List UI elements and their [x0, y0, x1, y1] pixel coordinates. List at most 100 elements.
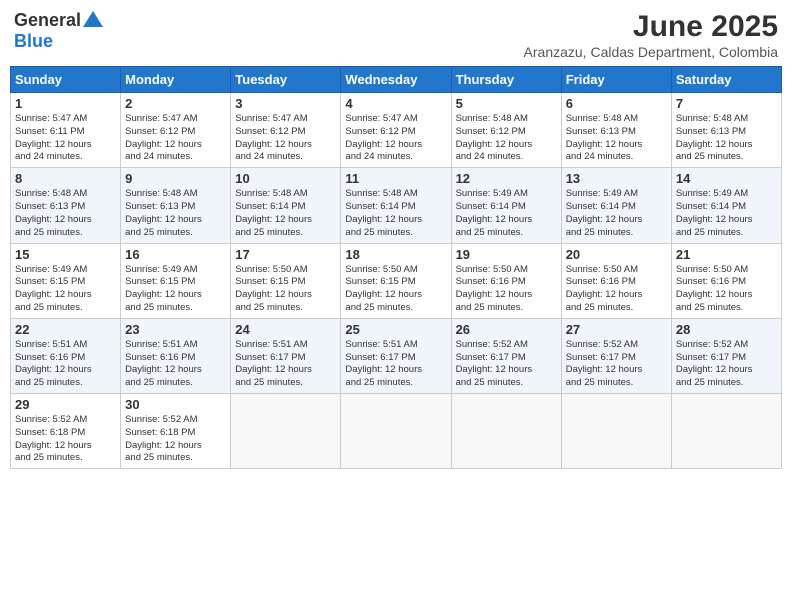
calendar-cell: 3 Sunrise: 5:47 AM Sunset: 6:12 PM Daylig…	[231, 93, 341, 168]
calendar-cell: 2 Sunrise: 5:47 AM Sunset: 6:12 PM Daylig…	[121, 93, 231, 168]
day-info: Sunrise: 5:48 AM Sunset: 6:13 PM Dayligh…	[125, 188, 226, 239]
calendar-cell: 6Sunrise: 5:48 AM Sunset: 6:13 PM Daylig…	[561, 93, 671, 168]
day-info: Sunrise: 5:51 AM Sunset: 6:17 PM Dayligh…	[235, 339, 336, 390]
logo-triangle-icon	[83, 11, 103, 27]
day-number: 24	[235, 322, 336, 337]
day-info: Sunrise: 5:52 AM Sunset: 6:18 PM Dayligh…	[125, 414, 226, 465]
day-number: 5	[456, 96, 557, 111]
day-info: Sunrise: 5:47 AM Sunset: 6:11 PM Dayligh…	[15, 113, 116, 164]
day-number: 23	[125, 322, 226, 337]
header-thursday: Thursday	[451, 67, 561, 93]
calendar-row-5: 29 Sunrise: 5:52 AM Sunset: 6:18 PM Dayli…	[11, 394, 782, 469]
calendar-cell: 12 Sunrise: 5:49 AM Sunset: 6:14 PM Dayli…	[451, 168, 561, 243]
calendar-cell: 1 Sunrise: 5:47 AM Sunset: 6:11 PM Daylig…	[11, 93, 121, 168]
day-number: 15	[15, 247, 116, 262]
day-info: Sunrise: 5:52 AM Sunset: 6:17 PM Dayligh…	[676, 339, 777, 390]
calendar-cell: 30 Sunrise: 5:52 AM Sunset: 6:18 PM Dayli…	[121, 394, 231, 469]
day-number: 25	[345, 322, 446, 337]
logo-blue-text: Blue	[14, 31, 53, 52]
day-number: 22	[15, 322, 116, 337]
day-number: 30	[125, 397, 226, 412]
calendar-header-row: Sunday Monday Tuesday Wednesday Thursday…	[11, 67, 782, 93]
day-number: 10	[235, 171, 336, 186]
calendar-cell: 23 Sunrise: 5:51 AM Sunset: 6:16 PM Dayli…	[121, 318, 231, 393]
day-number: 9	[125, 171, 226, 186]
day-number: 4	[345, 96, 446, 111]
calendar-cell	[341, 394, 451, 469]
day-info: Sunrise: 5:50 AM Sunset: 6:16 PM Dayligh…	[676, 264, 777, 315]
day-number: 21	[676, 247, 777, 262]
day-info: Sunrise: 5:50 AM Sunset: 6:16 PM Dayligh…	[456, 264, 557, 315]
calendar-row-3: 15 Sunrise: 5:49 AM Sunset: 6:15 PM Dayli…	[11, 243, 782, 318]
calendar: Sunday Monday Tuesday Wednesday Thursday…	[10, 66, 782, 469]
header-sunday: Sunday	[11, 67, 121, 93]
day-number: 17	[235, 247, 336, 262]
day-number: 6	[566, 96, 667, 111]
calendar-cell: 22Sunrise: 5:51 AM Sunset: 6:16 PM Dayli…	[11, 318, 121, 393]
subtitle: Aranzazu, Caldas Department, Colombia	[524, 44, 778, 60]
calendar-cell	[671, 394, 781, 469]
calendar-cell: 15Sunrise: 5:49 AM Sunset: 6:15 PM Dayli…	[11, 243, 121, 318]
header-monday: Monday	[121, 67, 231, 93]
calendar-cell: 27 Sunrise: 5:52 AM Sunset: 6:17 PM Dayli…	[561, 318, 671, 393]
day-info: Sunrise: 5:50 AM Sunset: 6:15 PM Dayligh…	[345, 264, 446, 315]
day-info: Sunrise: 5:51 AM Sunset: 6:16 PM Dayligh…	[125, 339, 226, 390]
day-number: 28	[676, 322, 777, 337]
calendar-cell	[451, 394, 561, 469]
logo-general-text: General	[14, 10, 81, 31]
calendar-cell: 8Sunrise: 5:48 AM Sunset: 6:13 PM Daylig…	[11, 168, 121, 243]
calendar-cell: 25 Sunrise: 5:51 AM Sunset: 6:17 PM Dayli…	[341, 318, 451, 393]
header-friday: Friday	[561, 67, 671, 93]
day-number: 29	[15, 397, 116, 412]
calendar-cell: 21 Sunrise: 5:50 AM Sunset: 6:16 PM Dayli…	[671, 243, 781, 318]
day-number: 7	[676, 96, 777, 111]
day-info: Sunrise: 5:52 AM Sunset: 6:17 PM Dayligh…	[566, 339, 667, 390]
calendar-cell: 4 Sunrise: 5:47 AM Sunset: 6:12 PM Daylig…	[341, 93, 451, 168]
day-number: 3	[235, 96, 336, 111]
calendar-cell: 11Sunrise: 5:48 AM Sunset: 6:14 PM Dayli…	[341, 168, 451, 243]
calendar-cell: 9 Sunrise: 5:48 AM Sunset: 6:13 PM Daylig…	[121, 168, 231, 243]
calendar-cell: 5 Sunrise: 5:48 AM Sunset: 6:12 PM Daylig…	[451, 93, 561, 168]
calendar-row-1: 1 Sunrise: 5:47 AM Sunset: 6:11 PM Daylig…	[11, 93, 782, 168]
calendar-cell: 14Sunrise: 5:49 AM Sunset: 6:14 PM Dayli…	[671, 168, 781, 243]
calendar-cell: 18 Sunrise: 5:50 AM Sunset: 6:15 PM Dayli…	[341, 243, 451, 318]
day-info: Sunrise: 5:49 AM Sunset: 6:14 PM Dayligh…	[456, 188, 557, 239]
calendar-cell: 16 Sunrise: 5:49 AM Sunset: 6:15 PM Dayli…	[121, 243, 231, 318]
calendar-cell: 10 Sunrise: 5:48 AM Sunset: 6:14 PM Dayli…	[231, 168, 341, 243]
day-info: Sunrise: 5:51 AM Sunset: 6:17 PM Dayligh…	[345, 339, 446, 390]
day-info: Sunrise: 5:48 AM Sunset: 6:12 PM Dayligh…	[456, 113, 557, 164]
day-info: Sunrise: 5:48 AM Sunset: 6:14 PM Dayligh…	[235, 188, 336, 239]
day-info: Sunrise: 5:47 AM Sunset: 6:12 PM Dayligh…	[235, 113, 336, 164]
calendar-cell: 7 Sunrise: 5:48 AM Sunset: 6:13 PM Daylig…	[671, 93, 781, 168]
day-number: 18	[345, 247, 446, 262]
day-info: Sunrise: 5:48 AM Sunset: 6:14 PM Dayligh…	[345, 188, 446, 239]
day-info: Sunrise: 5:52 AM Sunset: 6:18 PM Dayligh…	[15, 414, 116, 465]
calendar-cell	[561, 394, 671, 469]
header-tuesday: Tuesday	[231, 67, 341, 93]
day-number: 12	[456, 171, 557, 186]
title-area: June 2025 Aranzazu, Caldas Department, C…	[524, 10, 778, 60]
day-info: Sunrise: 5:50 AM Sunset: 6:15 PM Dayligh…	[235, 264, 336, 315]
header-saturday: Saturday	[671, 67, 781, 93]
day-number: 1	[15, 96, 116, 111]
calendar-cell: 20Sunrise: 5:50 AM Sunset: 6:16 PM Dayli…	[561, 243, 671, 318]
day-info: Sunrise: 5:48 AM Sunset: 6:13 PM Dayligh…	[676, 113, 777, 164]
day-number: 20	[566, 247, 667, 262]
month-title: June 2025	[524, 10, 778, 44]
day-number: 19	[456, 247, 557, 262]
day-number: 27	[566, 322, 667, 337]
day-info: Sunrise: 5:49 AM Sunset: 6:15 PM Dayligh…	[125, 264, 226, 315]
day-number: 2	[125, 96, 226, 111]
day-info: Sunrise: 5:47 AM Sunset: 6:12 PM Dayligh…	[345, 113, 446, 164]
day-info: Sunrise: 5:47 AM Sunset: 6:12 PM Dayligh…	[125, 113, 226, 164]
day-number: 13	[566, 171, 667, 186]
logo: General Blue	[14, 10, 103, 52]
day-number: 26	[456, 322, 557, 337]
day-info: Sunrise: 5:52 AM Sunset: 6:17 PM Dayligh…	[456, 339, 557, 390]
calendar-cell: 26 Sunrise: 5:52 AM Sunset: 6:17 PM Dayli…	[451, 318, 561, 393]
calendar-cell: 13Sunrise: 5:49 AM Sunset: 6:14 PM Dayli…	[561, 168, 671, 243]
calendar-cell: 19 Sunrise: 5:50 AM Sunset: 6:16 PM Dayli…	[451, 243, 561, 318]
day-info: Sunrise: 5:49 AM Sunset: 6:14 PM Dayligh…	[676, 188, 777, 239]
day-number: 16	[125, 247, 226, 262]
calendar-row-2: 8Sunrise: 5:48 AM Sunset: 6:13 PM Daylig…	[11, 168, 782, 243]
